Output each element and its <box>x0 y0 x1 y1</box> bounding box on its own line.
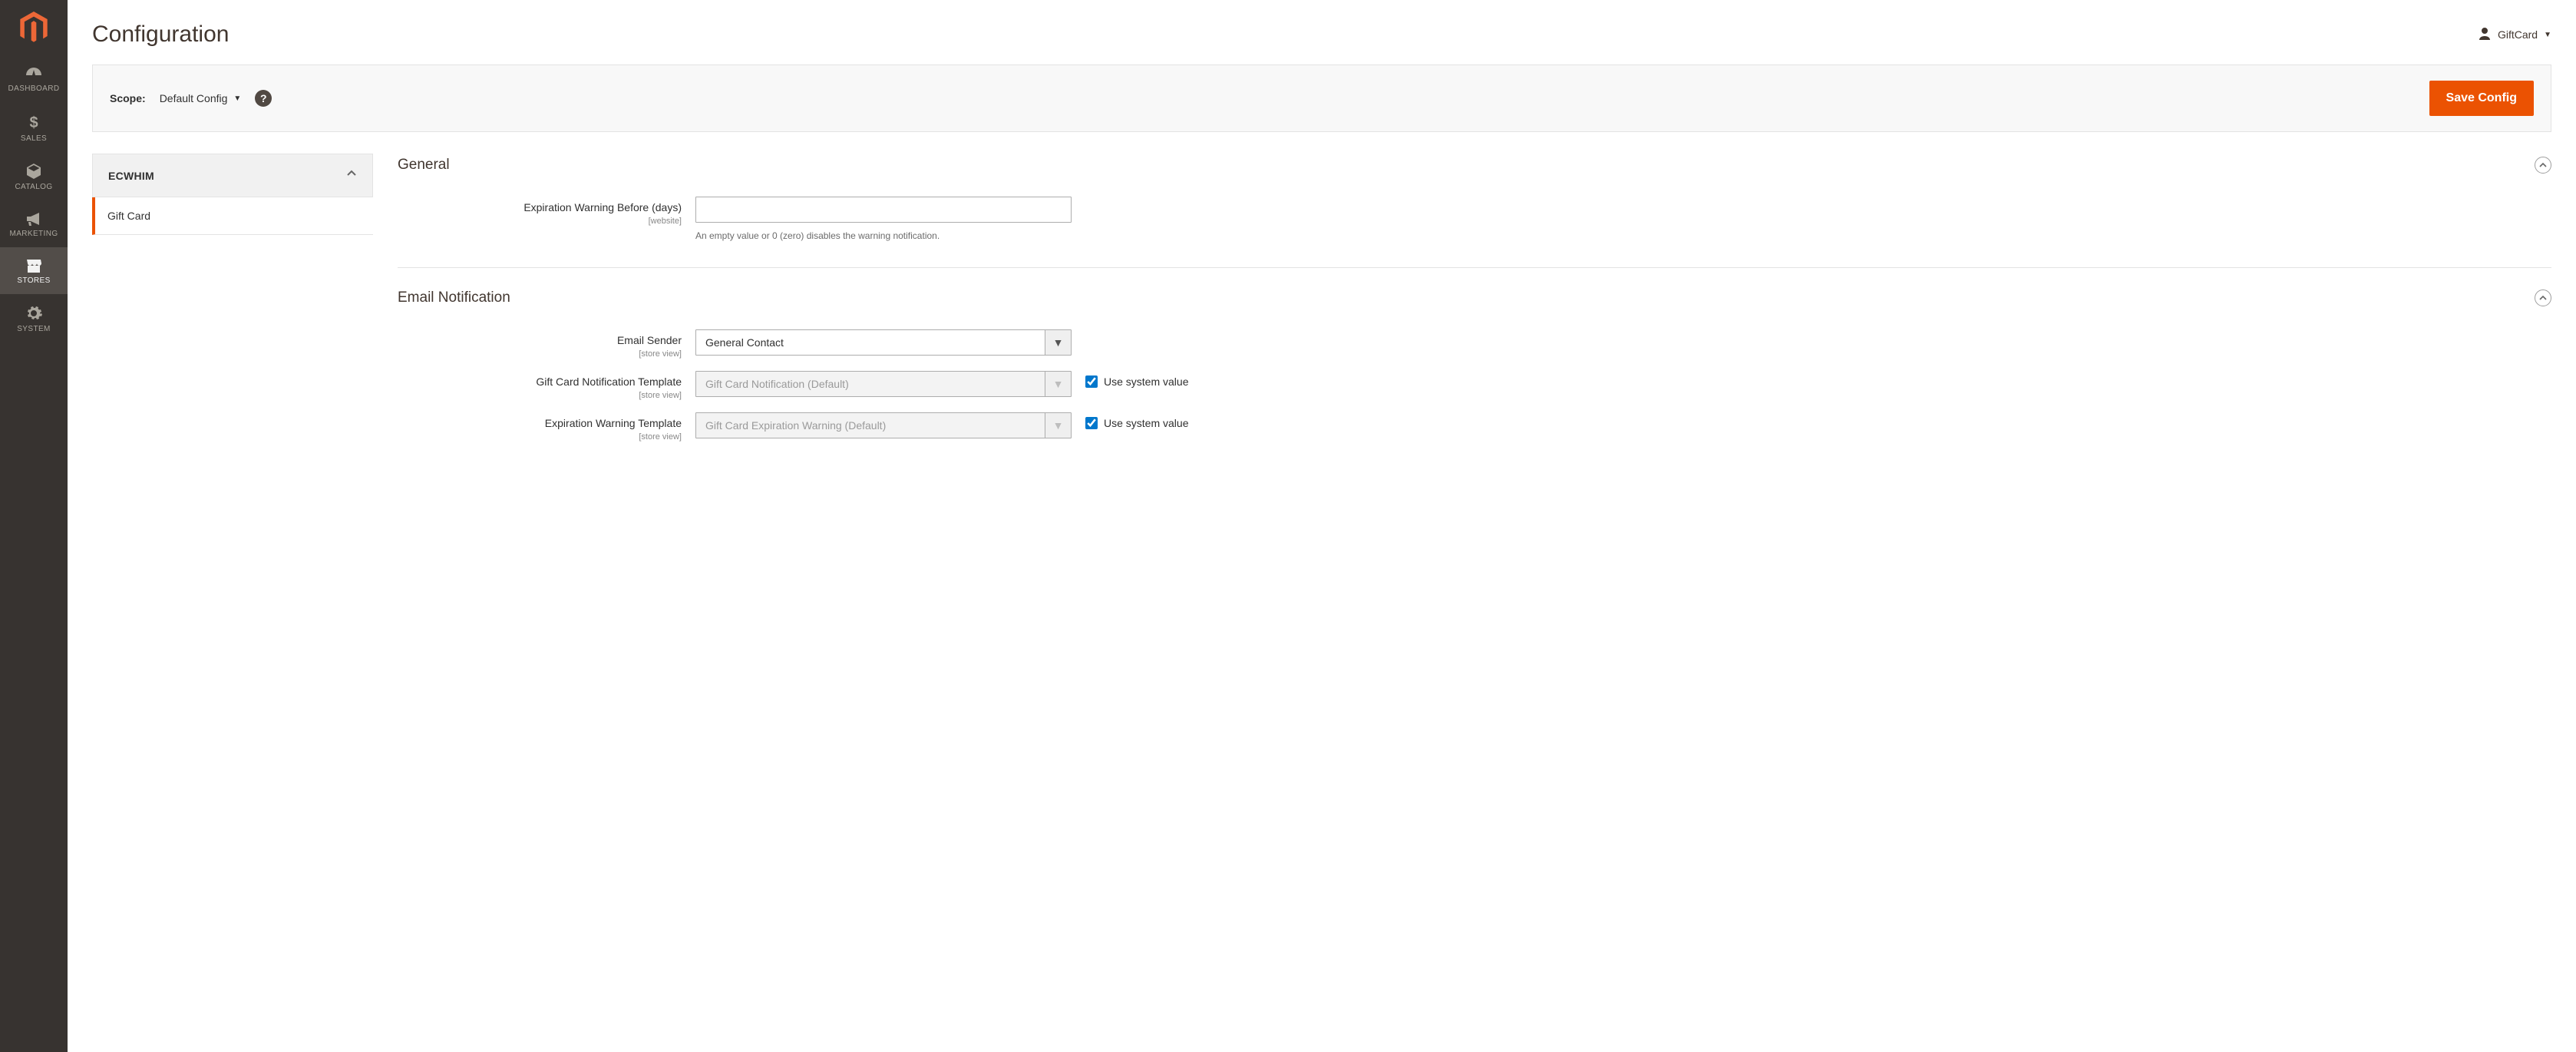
chevron-up-icon <box>2538 293 2548 303</box>
dollar-icon: $ <box>26 113 41 131</box>
sidebar-item-dashboard[interactable]: DASHBOARD <box>0 55 68 102</box>
save-config-button[interactable]: Save Config <box>2429 81 2534 116</box>
chevron-down-icon: ▼ <box>1045 330 1071 355</box>
sidebar-item-label: CATALOG <box>15 183 52 191</box>
tab-gift-card[interactable]: Gift Card <box>92 197 373 235</box>
magento-logo-icon <box>20 12 48 44</box>
sidebar-item-label: SYSTEM <box>17 325 51 333</box>
magento-logo[interactable] <box>0 0 68 55</box>
chevron-down-icon: ▼ <box>1045 413 1071 438</box>
scope-value-text: Default Config <box>160 92 228 104</box>
main-area: Configuration GiftCard ▼ Scope: Default … <box>68 0 2576 1052</box>
tab-group-ecwhim[interactable]: ECWHIM <box>92 154 373 197</box>
section-email-head[interactable]: Email Notification <box>398 286 2551 323</box>
sidebar-item-stores[interactable]: STORES <box>0 247 68 294</box>
help-icon[interactable]: ? <box>255 90 272 107</box>
expiration-warning-template-select: Gift Card Expiration Warning (Default) ▼ <box>695 412 1072 438</box>
chevron-down-icon: ▼ <box>1045 372 1071 396</box>
gauge-icon <box>25 66 43 81</box>
field-email-sender: Email Sender [store view] General Contac… <box>398 323 2551 365</box>
sidebar-item-catalog[interactable]: CATALOG <box>0 152 68 200</box>
sidebar-item-marketing[interactable]: MARKETING <box>0 200 68 247</box>
section-general: General Expiration Warning Before (days)… <box>398 154 2551 268</box>
page-header: Configuration GiftCard ▼ <box>68 0 2576 65</box>
config-content: ECWHIM Gift Card General Expira <box>68 132 2576 508</box>
field-control: An empty value or 0 (zero) disables the … <box>695 197 1072 241</box>
section-title: General <box>398 157 450 174</box>
field-label: Email Sender [store view] <box>398 329 682 359</box>
scope-selector[interactable]: Default Config ▼ <box>160 92 242 104</box>
config-tabs: ECWHIM Gift Card <box>92 154 373 235</box>
sidebar-item-label: SALES <box>21 134 47 143</box>
chevron-up-icon <box>2538 160 2548 170</box>
gear-icon <box>25 305 42 322</box>
field-label: Gift Card Notification Template [store v… <box>398 371 682 400</box>
account-menu[interactable]: GiftCard ▼ <box>2478 27 2551 43</box>
scope-group: Scope: Default Config ▼ ? <box>110 90 272 107</box>
tab-group-title: ECWHIM <box>108 170 154 182</box>
use-system-label[interactable]: Use system value <box>1104 375 1188 388</box>
user-icon <box>2478 27 2492 43</box>
section-email-notification: Email Notification Email Sender [store v… <box>398 286 2551 468</box>
sidebar-item-system[interactable]: SYSTEM <box>0 294 68 342</box>
sidebar-item-label: STORES <box>17 276 50 285</box>
section-general-head[interactable]: General <box>398 154 2551 190</box>
cube-icon <box>25 163 42 180</box>
use-system-value: Use system value <box>1085 412 1239 429</box>
field-control: General Contact ▼ <box>695 329 1072 356</box>
admin-sidebar: DASHBOARD $ SALES CATALOG MARKETING STOR… <box>0 0 68 1052</box>
svg-text:$: $ <box>29 114 38 131</box>
sidebar-item-label: MARKETING <box>9 230 58 238</box>
scope-toolbar: Scope: Default Config ▼ ? Save Config <box>92 65 2551 132</box>
chevron-up-icon <box>346 168 357 183</box>
config-sections: General Expiration Warning Before (days)… <box>398 154 2551 486</box>
use-system-label[interactable]: Use system value <box>1104 417 1188 429</box>
use-system-value: Use system value <box>1085 371 1239 388</box>
chevron-down-icon: ▼ <box>233 94 241 103</box>
scope-label: Scope: <box>110 92 146 104</box>
sidebar-item-label: DASHBOARD <box>8 84 60 93</box>
storefront-icon <box>25 258 42 273</box>
section-title: Email Notification <box>398 289 510 306</box>
megaphone-icon <box>25 211 42 227</box>
account-name: GiftCard <box>2498 28 2538 41</box>
field-label: Expiration Warning Before (days) [websit… <box>398 197 682 226</box>
field-expiration-warning-before: Expiration Warning Before (days) [websit… <box>398 190 2551 247</box>
collapse-toggle[interactable] <box>2535 289 2551 306</box>
field-note: An empty value or 0 (zero) disables the … <box>695 230 1072 241</box>
chevron-down-icon: ▼ <box>2544 31 2551 39</box>
field-label: Expiration Warning Template [store view] <box>398 412 682 442</box>
collapse-toggle[interactable] <box>2535 157 2551 174</box>
page-title: Configuration <box>92 22 229 48</box>
expiration-warning-before-input[interactable] <box>695 197 1072 223</box>
field-control: Gift Card Expiration Warning (Default) ▼ <box>695 412 1072 438</box>
sidebar-item-sales[interactable]: $ SALES <box>0 102 68 152</box>
field-control: Gift Card Notification (Default) ▼ <box>695 371 1072 397</box>
gc-notification-template-select: Gift Card Notification (Default) ▼ <box>695 371 1072 397</box>
field-gc-notification-template: Gift Card Notification Template [store v… <box>398 365 2551 406</box>
email-sender-select[interactable]: General Contact ▼ <box>695 329 1072 356</box>
field-expiration-warning-template: Expiration Warning Template [store view]… <box>398 406 2551 448</box>
use-system-checkbox[interactable] <box>1085 417 1098 429</box>
use-system-checkbox[interactable] <box>1085 375 1098 388</box>
